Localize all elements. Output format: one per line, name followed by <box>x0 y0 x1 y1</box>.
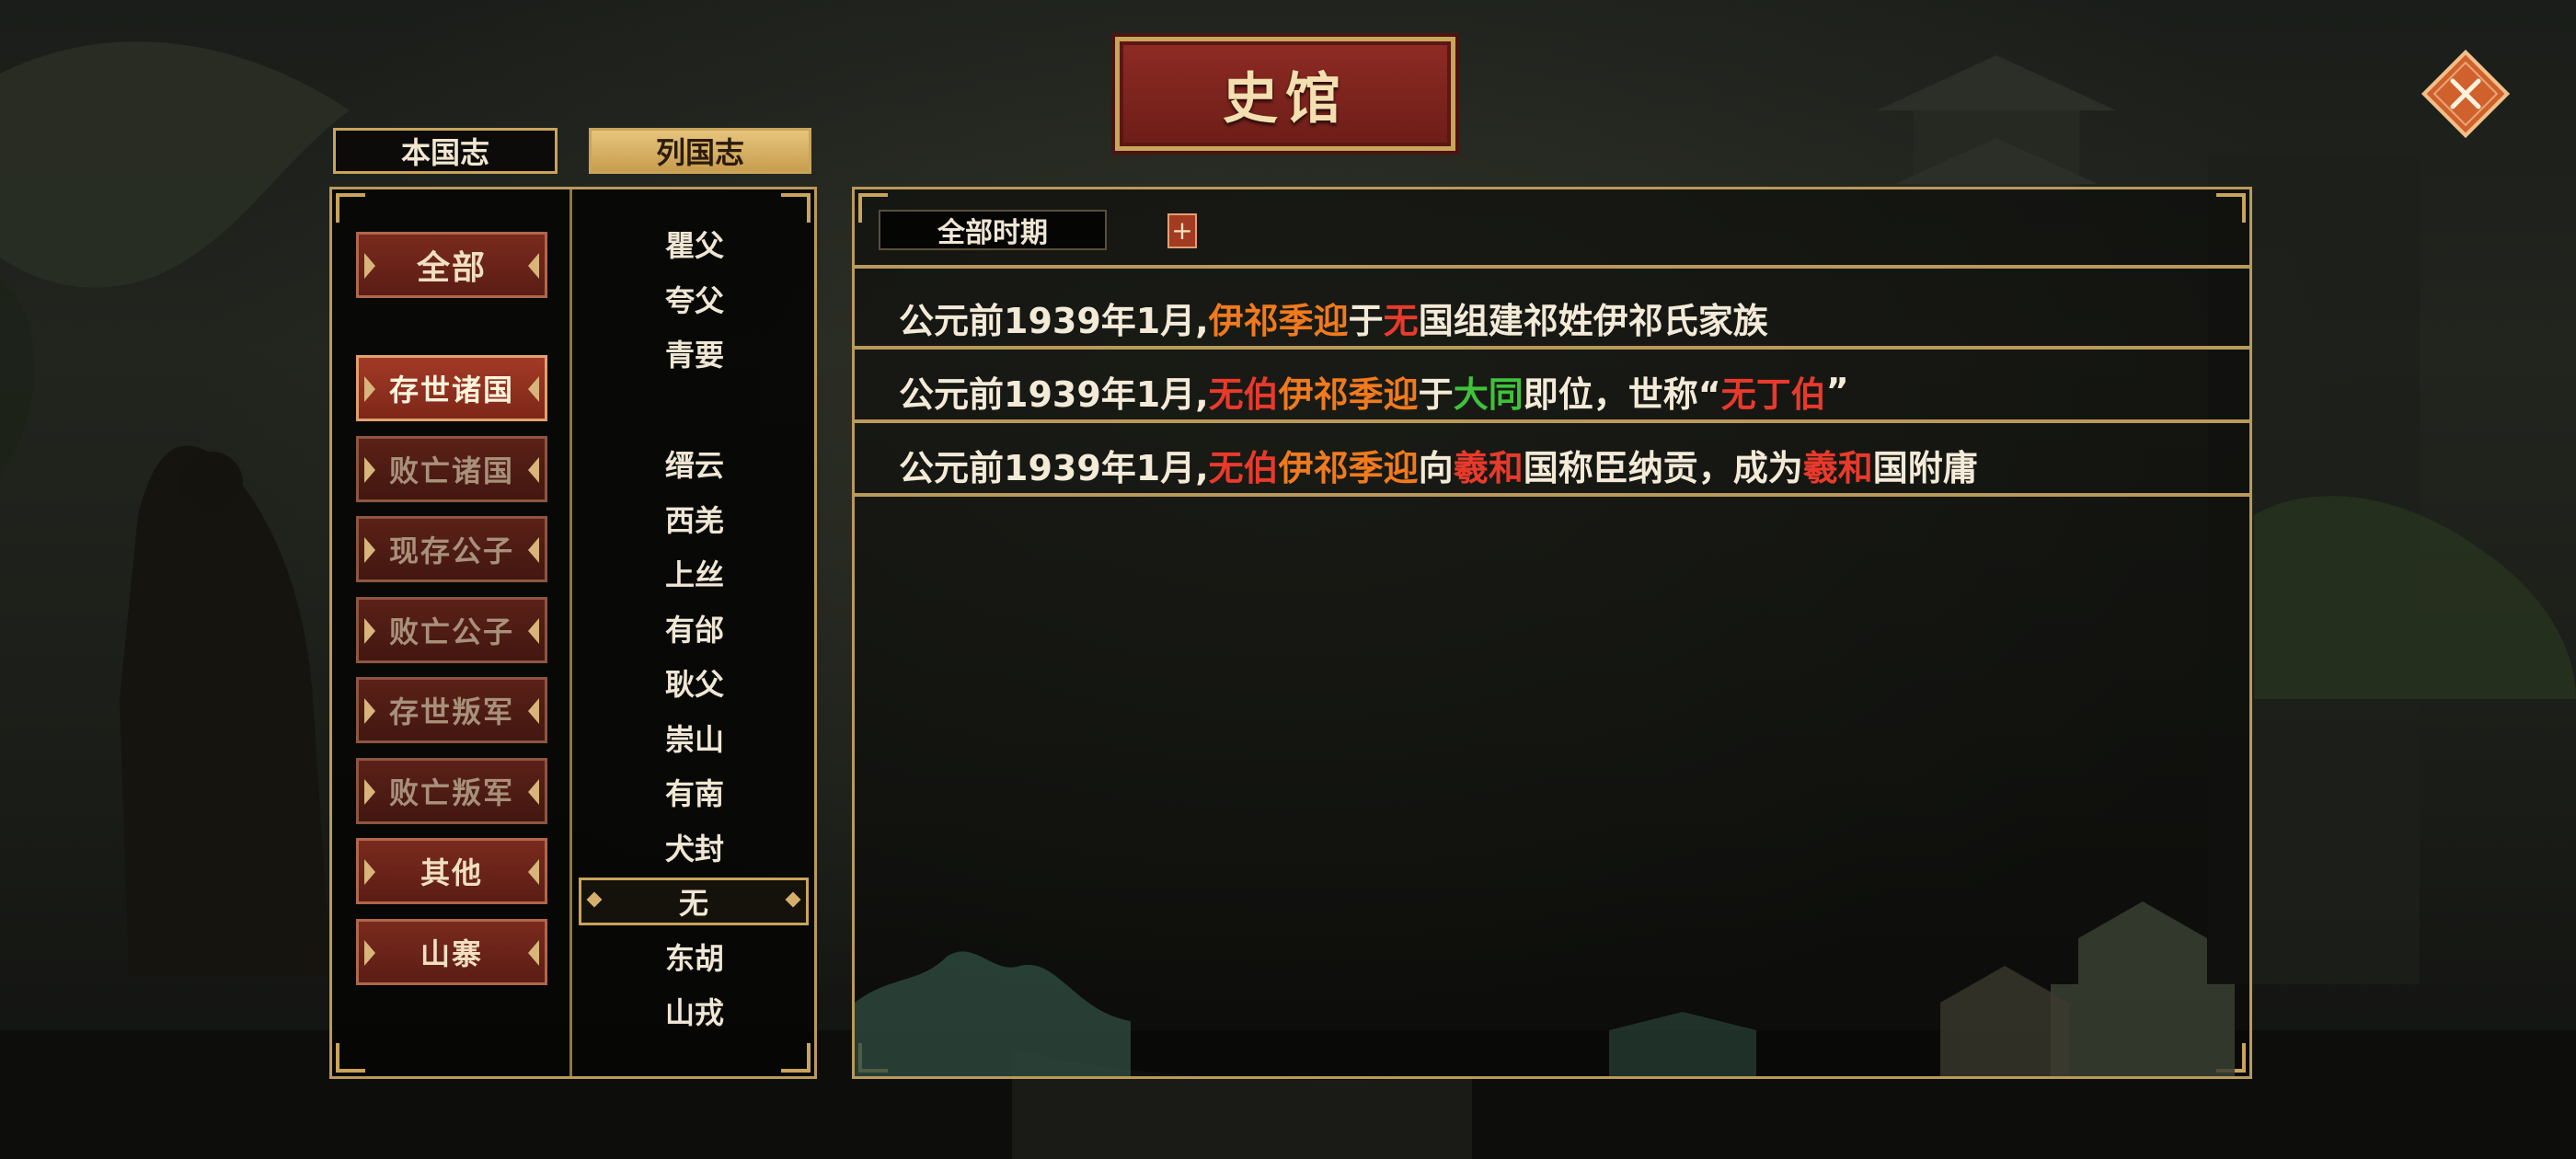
panel-divider <box>569 189 572 1076</box>
title-plaque: 史馆 <box>1115 37 1455 151</box>
record-text-segment: 无伯 <box>1208 373 1279 415</box>
tab-domestic-annals[interactable]: 本国志 <box>333 128 558 174</box>
nation-item[interactable]: 耿父 <box>573 659 816 706</box>
divider <box>855 265 2249 269</box>
category-surviving-states-button[interactable]: 存世诸国 <box>356 355 547 421</box>
record-text-segment: 伊祁季迎 <box>1278 373 1419 415</box>
close-icon <box>2421 49 2511 139</box>
diamond-icon <box>586 891 603 908</box>
category-other-button[interactable]: 其他 <box>356 838 547 904</box>
category-fallen-princes-button[interactable]: 败亡公子 <box>356 597 547 663</box>
record-text-segment: 大同 <box>1453 373 1524 415</box>
category-all-button[interactable]: 全部 <box>356 232 547 298</box>
nation-label: 无 <box>678 886 708 921</box>
close-button[interactable] <box>2420 48 2512 140</box>
divider <box>855 419 2249 423</box>
record-text-segment: 国组建祁姓伊祁氏家族 <box>1418 300 1768 341</box>
tab-foreign-annals[interactable]: 列国志 <box>589 128 811 174</box>
nation-item-selected[interactable]: 无 <box>579 878 809 925</box>
figure-silhouette <box>120 445 331 975</box>
nation-item[interactable]: 山戎 <box>573 987 816 1035</box>
category-panel: 全部 存世诸国 败亡诸国 现存公子 败亡公子 存世叛军 败亡叛军 其他 山寨 瞿… <box>329 187 817 1079</box>
records-panel: 全部时期 + 公元前1939年1月, 伊祁季迎于无国组建祁姓伊祁氏家族 公元前19… <box>852 187 2252 1079</box>
diamond-icon <box>785 891 801 908</box>
record-text-segment: 公元前1939年1月, <box>899 373 1209 415</box>
history-record: 公元前1939年1月, 无伯 伊祁季迎向羲和 国称臣纳贡，成为 羲和 国附庸 <box>899 430 1978 499</box>
history-record: 公元前1939年1月, 伊祁季迎于无国组建祁姓伊祁氏家族 <box>899 283 1768 351</box>
period-filter-dropdown[interactable]: 全部时期 <box>879 210 1107 250</box>
nation-item[interactable]: 青要 <box>573 329 816 377</box>
record-text-segment: 于 <box>1348 300 1384 341</box>
record-text-segment: 羲和 <box>1453 447 1524 488</box>
period-expand-button[interactable]: + <box>1167 213 1197 248</box>
category-fallen-rebels-button[interactable]: 败亡叛军 <box>356 758 547 824</box>
record-text-segment: 无 <box>1383 300 1419 341</box>
record-text-segment: 即位，世称“ <box>1523 373 1721 415</box>
record-text-segment: ” <box>1825 371 1849 411</box>
record-text-segment: 向 <box>1418 447 1454 488</box>
record-text-segment: 无伯 <box>1208 447 1279 488</box>
divider <box>855 346 2249 350</box>
nation-item[interactable]: 上丝 <box>573 549 816 597</box>
category-surviving-rebels-button[interactable]: 存世叛军 <box>356 677 547 743</box>
category-fallen-states-button[interactable]: 败亡诸国 <box>356 436 547 502</box>
nation-item[interactable]: 有邰 <box>573 604 816 652</box>
nation-item[interactable]: 东胡 <box>573 933 816 981</box>
record-text-segment: 羲和 <box>1802 447 1873 488</box>
decorative-scenery <box>855 901 2235 1076</box>
nation-item[interactable]: 崇山 <box>573 714 816 762</box>
nation-item[interactable]: 西羌 <box>573 495 816 543</box>
record-text-segment: 国附庸 <box>1872 447 1978 488</box>
divider <box>855 493 2249 497</box>
record-text-segment: 伊祁季迎 <box>1278 447 1419 488</box>
record-text-segment: 无丁伯 <box>1720 373 1826 415</box>
record-text-segment: 公元前1939年1月, <box>899 300 1209 341</box>
record-text-segment: 伊祁季迎 <box>1208 300 1349 341</box>
category-bandit-camp-button[interactable]: 山寨 <box>356 919 547 985</box>
record-text-segment: 国称臣纳贡，成为 <box>1523 447 1803 488</box>
record-text-segment: 公元前1939年1月, <box>899 447 1209 488</box>
history-record: 公元前1939年1月, 无伯 伊祁季迎于大同 即位，世称“ 无丁伯” <box>899 357 1849 425</box>
nation-item[interactable]: 犬封 <box>573 823 816 871</box>
nation-item[interactable]: 夸父 <box>573 275 816 323</box>
nation-item[interactable]: 瞿父 <box>573 220 816 268</box>
page-title: 史馆 <box>1223 66 1348 132</box>
nation-item[interactable]: 缙云 <box>573 440 816 488</box>
category-living-princes-button[interactable]: 现存公子 <box>356 516 547 582</box>
record-text-segment: 于 <box>1418 373 1454 415</box>
nation-item[interactable]: 有南 <box>573 768 816 816</box>
